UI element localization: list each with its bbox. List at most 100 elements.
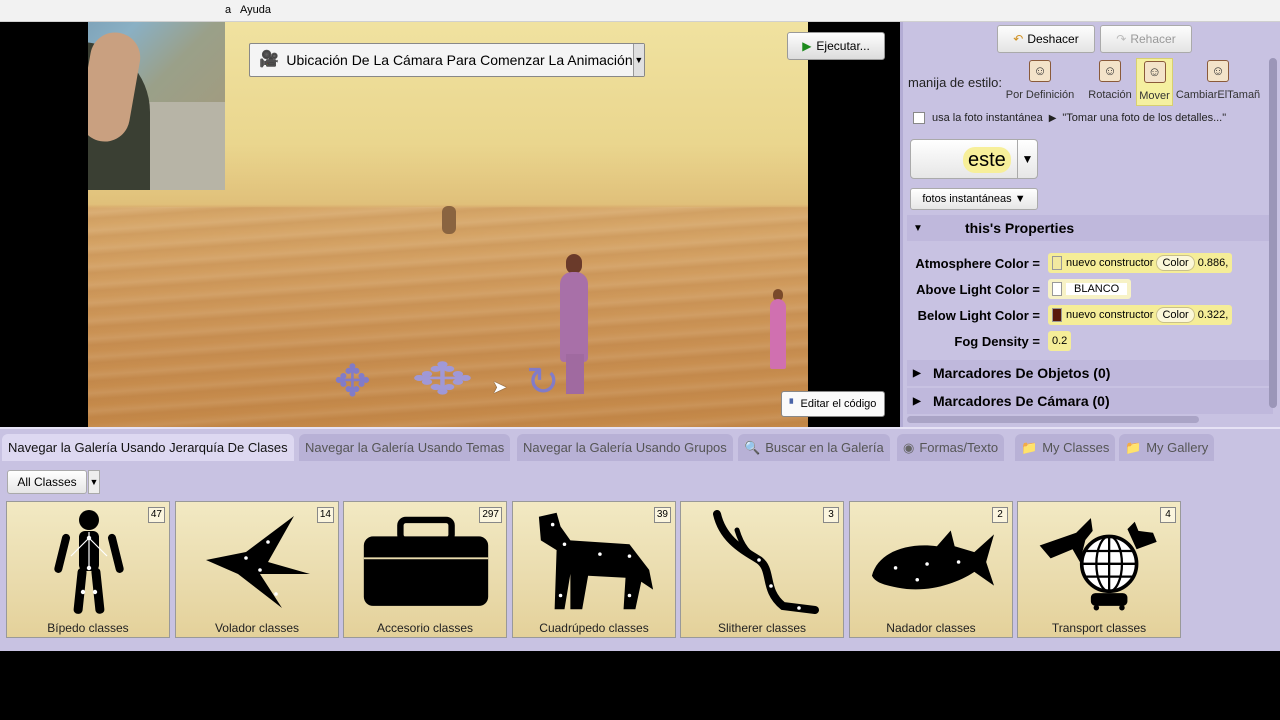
tab-class-hierarchy[interactable]: Navegar la Galería Usando Jerarquía De C… xyxy=(2,434,294,461)
card-label: Slitherer classes xyxy=(717,621,807,635)
expand-triangle-icon[interactable]: ▶ xyxy=(913,368,927,379)
snapshot-checkbox[interactable] xyxy=(913,112,925,124)
color-value[interactable]: 0.322, xyxy=(1198,309,1229,321)
object-markers-header[interactable]: ▶ Marcadores De Objetos (0) xyxy=(907,360,1273,386)
handle-style-label: manija de estilo: xyxy=(908,75,1002,90)
property-value-tile[interactable]: nuevo constructor Color 0.886, xyxy=(1048,253,1233,273)
redo-button[interactable]: ↷ Rehacer xyxy=(1100,25,1192,53)
property-value-tile[interactable]: BLANCO xyxy=(1048,279,1132,299)
snapshot-row: usa la foto instantánea ▶ "Tomar una fot… xyxy=(913,112,1226,124)
tab-label: Navegar la Galería Usando Temas xyxy=(305,440,505,455)
chevron-down-icon[interactable]: ▼ xyxy=(632,44,644,76)
card-label: Volador classes xyxy=(214,621,300,635)
color-value[interactable]: 0.886, xyxy=(1198,257,1229,269)
flyer-icon xyxy=(194,508,322,616)
camera-move-arrows-icon[interactable]: ✥ xyxy=(334,360,371,404)
move-style-icon: ☺ xyxy=(1143,61,1166,83)
gallery-card-flyer[interactable]: 14 Volador classes xyxy=(175,501,339,638)
undo-arrow-icon: ↶ xyxy=(1013,32,1024,46)
handle-style-resize-label: CambiarElTamañ xyxy=(1175,89,1261,101)
tab-groups[interactable]: Navegar la Galería Usando Grupos xyxy=(517,434,733,461)
gallery-panel: Navegar la Galería Usando Jerarquía De C… xyxy=(0,427,1280,651)
camera-pan-arrows-icon[interactable]: ✥ xyxy=(411,358,474,402)
gallery-card-slitherer[interactable]: 3 Slitherer classes xyxy=(680,501,844,638)
handle-style-default[interactable]: ☺ Por Definición xyxy=(1003,58,1077,106)
scene-editor-panel: ↶ Deshacer ↷ Rehacer manija de estilo: ☺… xyxy=(900,22,1280,427)
camera-marker-label: Ubicación De La Cámara Para Comenzar La … xyxy=(286,52,633,68)
tab-my-gallery[interactable]: 📁 My Gallery xyxy=(1119,434,1215,461)
movie-camera-icon: 🎥 xyxy=(259,51,280,68)
folder-icon: 📁 xyxy=(1021,439,1038,455)
expand-triangle-icon[interactable]: ▶ xyxy=(913,396,927,407)
gallery-card-prop[interactable]: 297 Accesorio classes xyxy=(343,501,507,638)
tab-label: My Classes xyxy=(1042,440,1110,455)
handle-style-move[interactable]: ☺ Mover xyxy=(1136,58,1173,106)
property-name: Above Light Color = xyxy=(916,281,1040,297)
redo-arrow-icon: ↷ xyxy=(1116,32,1127,46)
horizontal-scrollbar[interactable] xyxy=(907,416,1199,423)
camera-marker-dropdown[interactable]: 🎥 Ubicación De La Cámara Para Comenzar L… xyxy=(249,43,645,77)
gallery-card-biped[interactable]: 47 Bípedo classes xyxy=(6,501,170,638)
undo-button[interactable]: ↶ Deshacer xyxy=(997,25,1095,53)
gallery-card-swimmer[interactable]: 2 Nadador classes xyxy=(849,501,1013,638)
property-value-tile[interactable]: 0.2 xyxy=(1048,331,1072,351)
class-filter-dropdown[interactable]: All Classes ▼ xyxy=(7,470,100,494)
property-atmosphere-color: Atmosphere Color = nuevo constructor Col… xyxy=(907,251,1273,275)
mouse-cursor-icon: ➤ xyxy=(492,377,508,397)
code-icon: ▘ xyxy=(789,398,797,409)
handle-style-move-label: Mover xyxy=(1139,90,1170,102)
snapshot-checkbox-label: usa la foto instantánea xyxy=(932,112,1043,124)
run-button-label: Ejecutar... xyxy=(816,39,870,53)
tab-label: Buscar en la Galería xyxy=(765,440,884,455)
handle-style-resize[interactable]: ☺ CambiarElTamañ xyxy=(1175,58,1261,106)
color-value[interactable]: BLANCO xyxy=(1066,283,1128,295)
slitherer-icon xyxy=(699,508,827,616)
edit-code-button[interactable]: ▘ Editar el código xyxy=(781,391,885,417)
color-swatch xyxy=(1052,256,1062,270)
constructor-label: nuevo constructor xyxy=(1066,257,1154,269)
tab-search[interactable]: 🔍 Buscar en la Galería xyxy=(738,434,890,461)
property-above-light-color: Above Light Color = BLANCO xyxy=(907,277,1273,301)
tab-shapes-text[interactable]: ◉ Formas/Texto xyxy=(897,434,1005,461)
camera-rotate-icon[interactable]: ↻ xyxy=(526,360,560,404)
properties-title: this's Properties xyxy=(965,220,1075,236)
camera-markers-header[interactable]: ▶ Marcadores De Cámara (0) xyxy=(907,388,1273,414)
camera-markers-label: Marcadores De Cámara (0) xyxy=(933,393,1110,409)
properties-section-header[interactable]: ▼ this's Properties xyxy=(907,215,1273,241)
property-name: Below Light Color = xyxy=(917,307,1040,323)
swimmer-icon xyxy=(868,508,996,616)
color-type-chip[interactable]: Color xyxy=(1156,307,1195,323)
tab-label: My Gallery xyxy=(1146,440,1209,455)
selected-object-dropdown[interactable]: este ▼ xyxy=(910,139,1038,179)
scene-border-left xyxy=(0,22,88,427)
transport-icon xyxy=(1036,508,1164,616)
menu-item-partial[interactable]: a xyxy=(225,4,231,16)
collapse-triangle-icon[interactable]: ▼ xyxy=(913,223,927,234)
chevron-down-icon[interactable]: ▼ xyxy=(1017,140,1037,178)
tab-label: Formas/Texto xyxy=(919,440,999,455)
play-triangle-icon: ▶ xyxy=(1048,112,1057,124)
card-label: Bípedo classes xyxy=(47,621,129,635)
tab-themes[interactable]: Navegar la Galería Usando Temas xyxy=(299,434,511,461)
vertical-scrollbar[interactable] xyxy=(1269,58,1277,408)
shapes-icon: ◉ xyxy=(903,439,915,455)
card-label: Cuadrúpedo classes xyxy=(539,621,649,635)
resize-style-icon: ☺ xyxy=(1207,60,1229,82)
property-name: Atmosphere Color = xyxy=(915,255,1040,271)
menu-item-help[interactable]: Ayuda xyxy=(240,4,271,16)
property-value-tile[interactable]: nuevo constructor Color 0.322, xyxy=(1048,305,1233,325)
redo-label: Rehacer xyxy=(1130,32,1176,46)
tab-my-classes[interactable]: 📁 My Classes xyxy=(1015,434,1116,461)
scene-view[interactable]: ✥ ✥ ↻ ➤ xyxy=(88,22,808,427)
gallery-card-transport[interactable]: 4 Transport classes xyxy=(1017,501,1181,638)
edit-code-label: Editar el código xyxy=(800,398,877,410)
chevron-down-icon[interactable]: ▼ xyxy=(88,470,100,494)
color-swatch xyxy=(1052,282,1062,296)
snapshots-menu-button[interactable]: fotos instantáneas ▼ xyxy=(910,188,1038,210)
tab-label: Navegar la Galería Usando Jerarquía De C… xyxy=(8,440,288,455)
color-type-chip[interactable]: Color xyxy=(1156,255,1195,271)
run-button[interactable]: ▶ Ejecutar... xyxy=(787,32,885,60)
toolbox-icon xyxy=(362,508,490,616)
alice-ide-window: a Ayuda ✥ ✥ ↻ ➤ 🎥 Ubicación De La Cámara… xyxy=(0,0,1280,720)
gallery-card-quadruped[interactable]: 39 Cuadrúpedo classes xyxy=(512,501,676,638)
